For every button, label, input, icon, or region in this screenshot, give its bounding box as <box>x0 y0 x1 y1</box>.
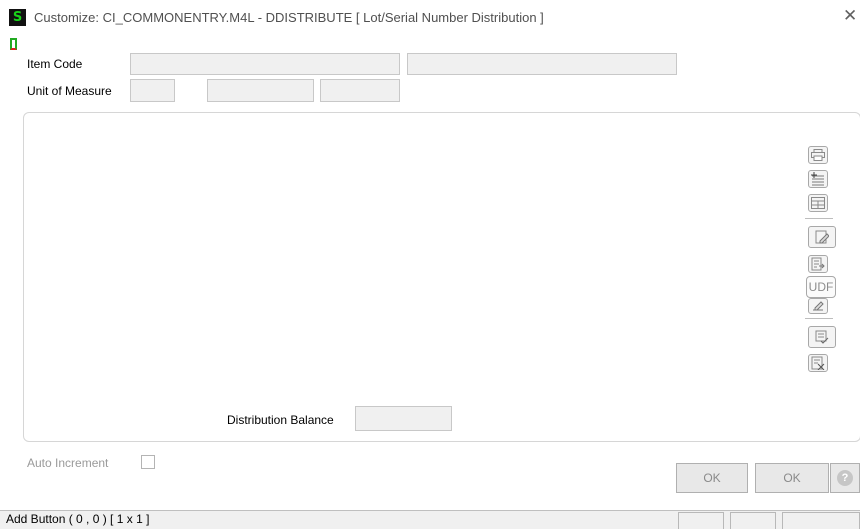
status-cell-1 <box>678 512 724 529</box>
ok-button[interactable]: OK <box>676 463 748 493</box>
close-icon[interactable]: ✕ <box>843 6 857 26</box>
selection-marker-icon[interactable] <box>10 38 17 50</box>
unit-of-measure-field[interactable] <box>130 79 175 102</box>
ok-button-2[interactable]: OK <box>755 463 829 493</box>
status-text: Add Button ( 0 , 0 ) [ 1 x 1 ] <box>6 512 150 526</box>
item-description-field[interactable] <box>407 53 677 75</box>
uom-tertiary-field[interactable] <box>320 79 400 102</box>
distribution-balance-field[interactable] <box>355 406 452 431</box>
delete-icon[interactable] <box>808 354 828 372</box>
unit-of-measure-label: Unit of Measure <box>27 84 112 98</box>
distribution-balance-label: Distribution Balance <box>227 413 334 427</box>
distribution-grid-panel[interactable] <box>23 112 860 442</box>
insert-line-icon[interactable] <box>808 170 828 188</box>
toolbar-divider-2 <box>805 318 833 319</box>
apply-icon[interactable] <box>808 326 836 348</box>
clear-icon[interactable] <box>808 298 828 314</box>
item-code-label: Item Code <box>27 57 83 71</box>
udf-button[interactable]: UDF <box>806 276 836 298</box>
auto-increment-checkbox[interactable] <box>141 455 155 469</box>
edit-icon[interactable] <box>808 226 836 248</box>
help-button[interactable]: ? <box>830 463 860 493</box>
auto-increment-label: Auto Increment <box>27 456 109 470</box>
toolbar-divider <box>805 218 833 219</box>
status-cell-3 <box>782 512 860 529</box>
window-title: Customize: CI_COMMONENTRY.M4L - DDISTRIB… <box>34 10 544 25</box>
status-cell-2 <box>730 512 776 529</box>
app-icon: S <box>9 9 26 26</box>
uom-secondary-field[interactable] <box>207 79 314 102</box>
help-icon: ? <box>837 470 853 486</box>
item-code-field[interactable] <box>130 53 400 75</box>
print-icon[interactable] <box>808 146 828 164</box>
grid-icon[interactable] <box>808 194 828 212</box>
export-icon[interactable] <box>808 255 828 273</box>
